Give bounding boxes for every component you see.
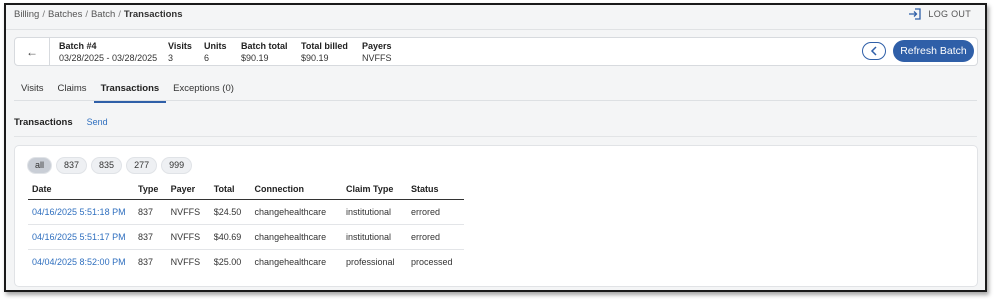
cell-payer: NVFFS — [166, 199, 210, 225]
cell-type: 837 — [138, 257, 154, 267]
payers-value: NVFFS — [362, 53, 392, 63]
tab-claims[interactable]: Claims — [51, 83, 94, 101]
total-billed-field: Total billed $90.19 — [301, 40, 348, 64]
cell-connection: changehealthcare — [254, 257, 327, 267]
visits-field: Visits 3 — [168, 40, 192, 64]
filter-chip-277[interactable]: 277 — [126, 157, 158, 174]
cell-date[interactable]: 04/16/2025 5:51:18 PM — [28, 199, 134, 225]
filter-chip-999[interactable]: 999 — [161, 157, 193, 174]
cell-status: errored — [407, 199, 464, 225]
tab-visits[interactable]: Visits — [14, 83, 51, 101]
breadcrumb-batch[interactable]: Batch — [91, 9, 115, 20]
visits-label: Visits — [168, 41, 192, 51]
cell-date[interactable]: 04/04/2025 8:52:00 PM — [28, 250, 134, 275]
batch-total-value: $90.19 — [241, 53, 269, 63]
units-value: 6 — [204, 53, 210, 63]
cell-connection: changehealthcare — [250, 199, 343, 225]
column-header-payer[interactable]: Payer — [166, 183, 210, 200]
breadcrumb-separator: / — [118, 9, 121, 20]
back-arrow-icon: ← — [26, 44, 38, 59]
tab-transactions[interactable]: Transactions — [93, 83, 167, 103]
section-header: Transactions Send — [14, 117, 108, 128]
cell-connection: changehealthcare — [250, 224, 343, 250]
cell-total: $24.50 — [209, 199, 251, 225]
payers-field: Payers NVFFS — [362, 40, 392, 64]
table-row[interactable]: 04/16/2025 5:51:18 PM 837 NVFFS $24.50 c… — [28, 199, 464, 225]
cell-status: errored — [407, 224, 464, 250]
filter-chip-837[interactable]: 837 — [56, 157, 88, 174]
tab-exceptions[interactable]: Exceptions (0) — [166, 83, 241, 101]
logout-button[interactable]: LOG OUT — [908, 8, 971, 20]
total-billed-label: Total billed — [301, 41, 348, 51]
batch-total-field: Batch total $90.19 — [241, 40, 288, 64]
cell-claim-type: institutional — [342, 224, 407, 250]
filter-chip-835[interactable]: 835 — [91, 157, 123, 174]
cell-type: 837 — [134, 199, 167, 225]
batch-name-field: Batch #4 03/28/2025 - 03/28/2025 — [59, 40, 157, 64]
logout-label: LOG OUT — [928, 9, 971, 19]
breadcrumb-current: Transactions — [123, 9, 183, 20]
cell-date[interactable]: 04/16/2025 5:51:17 PM — [28, 224, 134, 250]
batch-summary-card: ← Batch #4 03/28/2025 - 03/28/2025 Visit… — [14, 37, 978, 66]
cell-total: $40.69 — [209, 224, 251, 250]
divider — [6, 29, 985, 30]
table-row[interactable]: 04/16/2025 5:51:17 PM 837 NVFFS $40.69 c… — [28, 224, 464, 250]
breadcrumb-separator: / — [42, 9, 45, 20]
column-header-status[interactable]: Status — [407, 183, 464, 200]
batch-total-label: Batch total — [241, 41, 288, 51]
chevron-left-icon — [870, 46, 877, 56]
cell-claim-type: institutional — [342, 199, 407, 225]
tab-bar: Visits Claims Transactions Exceptions (0… — [14, 83, 241, 103]
units-label: Units — [204, 41, 227, 51]
batch-date-range: 03/28/2025 - 03/28/2025 — [59, 53, 158, 63]
transactions-card: all 837 835 277 999 Date Type Payer Tota… — [14, 145, 978, 287]
cell-payer: NVFFS — [170, 257, 201, 267]
total-billed-value: $90.19 — [301, 53, 329, 63]
column-header-connection[interactable]: Connection — [250, 183, 343, 200]
breadcrumb-billing[interactable]: Billing — [14, 9, 39, 20]
breadcrumb-batches[interactable]: Batches — [48, 9, 82, 20]
payers-label: Payers — [362, 41, 392, 51]
top-bar: Billing / Batches / Batch / Transactions LOG O… — [6, 5, 985, 27]
breadcrumb: Billing / Batches / Batch / Transactions — [14, 9, 183, 20]
logout-icon — [909, 8, 922, 20]
cell-type: 837 — [134, 224, 167, 250]
cell-status: processed — [411, 257, 453, 267]
column-header-type[interactable]: Type — [134, 183, 167, 200]
batch-name-label: Batch #4 — [59, 41, 97, 51]
send-link[interactable]: Send — [87, 117, 108, 127]
refresh-batch-button[interactable]: Refresh Batch — [893, 40, 974, 62]
table-header-row: Date Type Payer Total Connection Claim T… — [28, 183, 464, 200]
filter-chip-all[interactable]: all — [27, 157, 53, 174]
units-field: Units 6 — [204, 40, 227, 64]
app-window: Billing / Batches / Batch / Transactions LOG O… — [4, 3, 987, 292]
cell-total: $25.00 — [213, 257, 242, 267]
filter-chips: all 837 835 277 999 — [27, 157, 193, 174]
collapse-button[interactable] — [862, 42, 886, 60]
transactions-table: Date Type Payer Total Connection Claim T… — [28, 183, 464, 274]
divider — [14, 100, 977, 101]
breadcrumb-separator: / — [85, 9, 88, 20]
section-title: Transactions — [14, 117, 73, 128]
back-button[interactable]: ← — [15, 38, 50, 65]
cell-payer: NVFFS — [166, 224, 210, 250]
table-row[interactable]: 04/04/2025 8:52:00 PM 837 NVFFS $25.00 c… — [28, 250, 464, 275]
column-header-date[interactable]: Date — [28, 183, 134, 200]
column-header-total[interactable]: Total — [209, 183, 251, 200]
divider — [14, 136, 977, 137]
column-header-claim-type[interactable]: Claim Type — [342, 183, 407, 200]
cell-claim-type: professional — [346, 257, 395, 267]
visits-value: 3 — [168, 53, 174, 63]
